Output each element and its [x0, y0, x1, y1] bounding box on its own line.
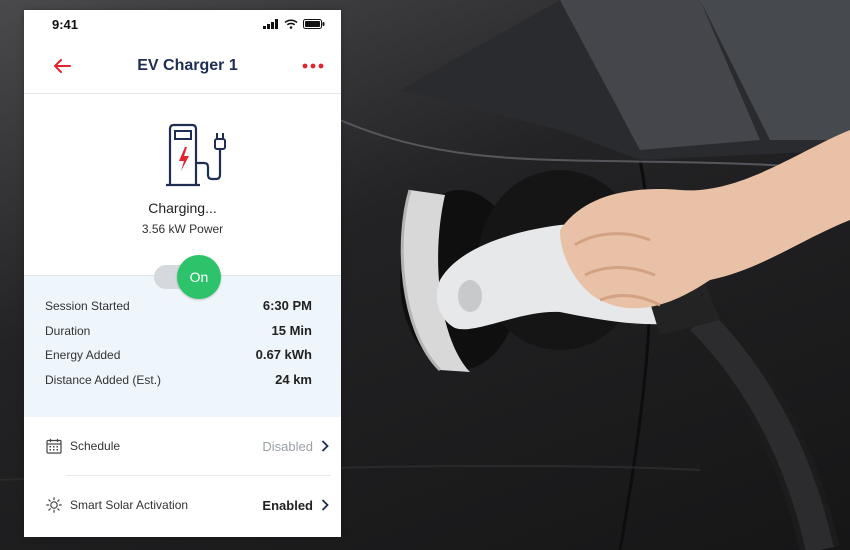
schedule-setting-row[interactable]: Schedule Disabled [24, 417, 341, 475]
chevron-right-icon [321, 439, 331, 453]
detail-value: 24 km [275, 371, 312, 387]
more-options-button[interactable] [299, 52, 327, 80]
detail-row-duration: Duration 15 Min [45, 323, 312, 348]
back-button[interactable] [48, 52, 76, 80]
detail-row-distance-added: Distance Added (Est.) 24 km [45, 372, 312, 397]
detail-label: Energy Added [45, 348, 121, 363]
detail-row-energy-added: Energy Added 0.67 kWh [45, 347, 312, 372]
charging-power-text: 3.56 kW Power [141, 222, 224, 236]
wifi-icon [284, 19, 298, 29]
charging-toggle[interactable]: On [154, 255, 221, 299]
chevron-right-icon [321, 498, 331, 512]
status-bar: 9:41 [24, 10, 341, 38]
page-title: EV Charger 1 [137, 56, 238, 74]
schedule-value: Disabled [262, 438, 313, 454]
detail-label: Session Started [45, 299, 130, 313]
sun-icon [45, 496, 63, 514]
more-dots-icon [302, 63, 324, 68]
smart-solar-value: Enabled [262, 497, 313, 513]
detail-value: 15 Min [271, 322, 312, 338]
status-icons [263, 19, 325, 29]
signal-icon [263, 19, 278, 29]
toggle-knob: On [177, 255, 221, 299]
detail-value: 6:30 PM [262, 298, 312, 313]
detail-row-session-started: Session Started 6:30 PM [45, 298, 312, 323]
charging-status-text: Charging... [148, 200, 217, 216]
session-details: Session Started 6:30 PM Duration 15 Min … [24, 276, 341, 417]
detail-label: Duration [45, 323, 91, 338]
smart-solar-label: Smart Solar Activation [70, 498, 189, 512]
calendar-icon [45, 437, 63, 455]
schedule-label: Schedule [70, 439, 121, 453]
status-time: 9:41 [52, 16, 79, 32]
charger-status-section: Charging... 3.56 kW Power On [24, 94, 341, 299]
back-arrow-icon [54, 58, 71, 73]
ev-charger-icon [166, 123, 226, 187]
phone-app-panel: 9:41 EV Charger 1 Charging... 3.56 kW Po… [24, 10, 341, 537]
app-header: EV Charger 1 [24, 38, 341, 94]
smart-solar-setting-row[interactable]: Smart Solar Activation Enabled [24, 476, 341, 534]
detail-value: 0.67 kWh [255, 347, 312, 363]
detail-label: Distance Added (Est.) [45, 372, 162, 387]
battery-icon [303, 19, 325, 29]
